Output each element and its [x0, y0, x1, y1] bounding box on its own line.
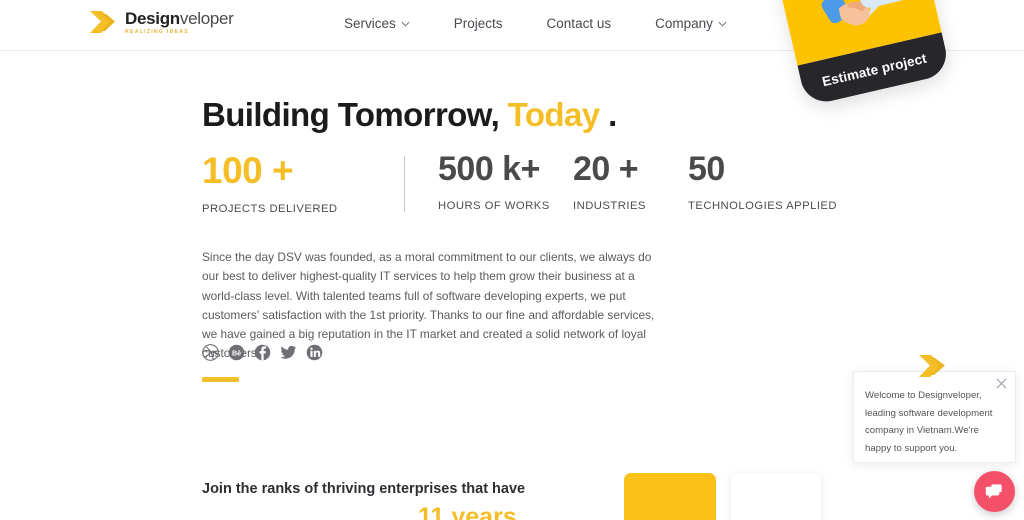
- social-links: Bē: [202, 344, 323, 361]
- nav-item-contact-us[interactable]: Contact us: [547, 16, 612, 31]
- estimate-project-badge[interactable]: Estimate project: [770, 0, 952, 107]
- stat-hours-of-works: 500 k+ HOURS OF WORKS: [438, 150, 573, 212]
- svg-text:Bē: Bē: [232, 349, 241, 357]
- chat-launcher-button[interactable]: [974, 471, 1015, 512]
- designveloper-arrow-icon: [919, 355, 945, 377]
- logo-wordmark: Designveloper: [125, 10, 234, 27]
- chat-welcome-popup: Welcome to Designveloper, leading softwa…: [853, 371, 1016, 463]
- stats-row: 100 + PROJECTS DELIVERED 500 k+ HOURS OF…: [202, 150, 837, 215]
- nav-item-projects[interactable]: Projects: [454, 16, 503, 31]
- logo-text: Designveloper REALIZING IDEAS: [125, 8, 234, 35]
- stat-value: 50: [688, 150, 725, 188]
- page-title: Building Tomorrow, Today .: [202, 96, 617, 134]
- behance-icon[interactable]: Bē: [228, 344, 245, 361]
- nav-label: Projects: [453, 16, 503, 31]
- stat-label: PROJECTS DELIVERED: [202, 202, 338, 215]
- chat-welcome-message: Welcome to Designveloper, leading softwa…: [865, 390, 993, 455]
- chevron-down-icon: [401, 21, 410, 27]
- logo-word-bold: Design: [125, 9, 180, 29]
- stat-technologies-applied: 50 TECHNOLOGIES APPLIED: [688, 150, 837, 212]
- hero-title-main: Building Tomorrow,: [202, 96, 500, 133]
- facebook-icon[interactable]: [254, 344, 271, 361]
- hero-title-accent: Today: [507, 96, 600, 133]
- stat-value: 100 +: [202, 150, 294, 191]
- accent-divider-bar: [202, 377, 239, 382]
- stat-label: HOURS OF WORKS: [438, 199, 550, 212]
- nav-label: Services: [344, 16, 396, 31]
- dribbble-icon[interactable]: [202, 344, 219, 361]
- stats-divider: [404, 156, 405, 212]
- chevron-down-icon: [718, 21, 727, 27]
- stat-label: INDUSTRIES: [573, 199, 646, 212]
- page-root: Designveloper REALIZING IDEAS Services P…: [0, 0, 1024, 520]
- nav-item-services[interactable]: Services: [344, 16, 410, 31]
- bottom-section-years: 11 years: [418, 503, 517, 520]
- nav-label: Company: [655, 16, 713, 31]
- main-navigation: Services Projects Contact us Company: [344, 16, 727, 31]
- stat-industries: 20 + INDUSTRIES: [573, 150, 688, 212]
- double-chevron-arrow-icon: [90, 11, 115, 33]
- chat-bubble-icon: [985, 484, 1002, 499]
- nav-item-company[interactable]: Company: [655, 16, 727, 31]
- feature-card-yellow[interactable]: [624, 473, 716, 520]
- nav-label: Contact us: [546, 16, 612, 31]
- bottom-section-heading: Join the ranks of thriving enterprises t…: [202, 481, 526, 497]
- stat-value: 500 k+: [438, 150, 540, 188]
- hero-title-dot: .: [608, 96, 617, 133]
- site-logo[interactable]: Designveloper REALIZING IDEAS: [88, 8, 234, 36]
- estimate-project-label: Estimate project: [820, 50, 928, 89]
- linkedin-icon[interactable]: [306, 344, 323, 361]
- stat-projects-delivered: 100 + PROJECTS DELIVERED: [202, 150, 370, 215]
- stat-value: 20 +: [573, 150, 639, 188]
- twitter-icon[interactable]: [280, 344, 297, 361]
- logo-word-thin: veloper: [179, 9, 234, 29]
- stat-label: TECHNOLOGIES APPLIED: [688, 199, 837, 212]
- feature-card-white[interactable]: [731, 473, 821, 520]
- logo-tagline: REALIZING IDEAS: [125, 29, 189, 36]
